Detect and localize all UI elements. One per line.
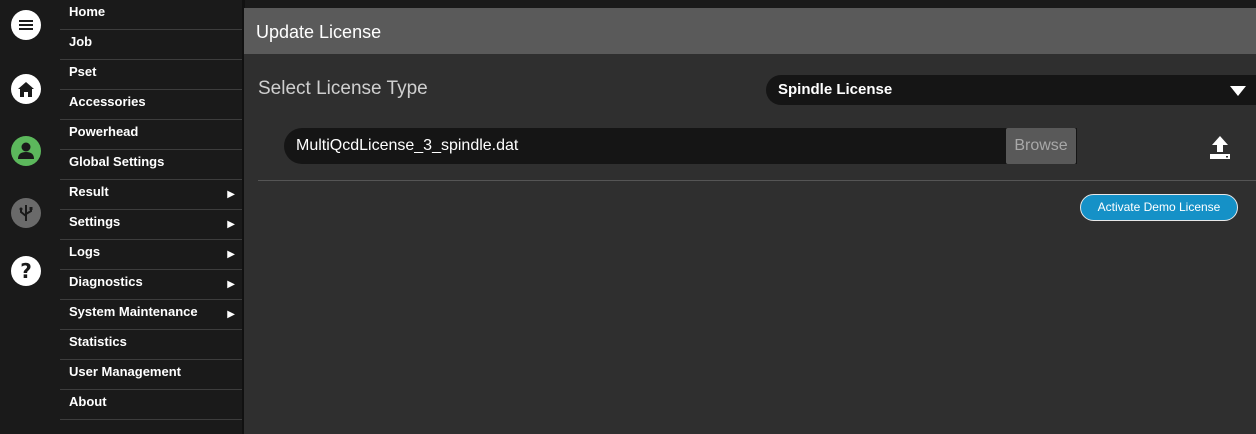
sidebar-item-job[interactable]: Job	[60, 30, 242, 60]
sidebar-item-label: Result	[69, 184, 109, 199]
sidebar-item-label: Logs	[69, 244, 101, 259]
sidebar-item-accessories[interactable]: Accessories	[60, 90, 242, 120]
sidebar-item-diagnostics[interactable]: Diagnostics ▶	[60, 270, 242, 300]
sidebar-item-label: Job	[69, 34, 93, 49]
submenu-arrow-icon: ▶	[227, 309, 235, 320]
sidebar-item-pset[interactable]: Pset	[60, 60, 242, 90]
sidebar-item-label: About	[69, 394, 107, 409]
sidebar-item-home[interactable]: Home	[60, 0, 242, 30]
sidebar-item-label: Home	[69, 4, 106, 19]
upload-icon[interactable]	[1208, 134, 1232, 160]
activate-demo-license-button[interactable]: Activate Demo License	[1080, 194, 1238, 221]
home-icon[interactable]	[11, 74, 41, 104]
submenu-arrow-icon: ▶	[227, 279, 235, 290]
sidebar-item-label: Statistics	[69, 334, 127, 349]
section-separator	[258, 180, 1256, 181]
sidebar-item-label: System Maintenance	[69, 304, 198, 319]
sidebar-item-label: Diagnostics	[69, 274, 143, 289]
sidebar-item-about[interactable]: About	[60, 390, 242, 420]
license-type-value: Spindle License	[778, 81, 893, 98]
update-license-panel: Update License Select License Type Spind…	[244, 8, 1256, 434]
sidebar-item-result[interactable]: Result ▶	[60, 180, 242, 210]
sidebar-menu: Home Job Pset Accessories Powerhead Global Se…	[60, 0, 242, 434]
select-license-label: Select License Type	[258, 78, 428, 99]
sidebar-item-label: Global Settings	[69, 154, 165, 169]
user-icon[interactable]	[11, 136, 41, 166]
help-icon[interactable]: ?	[11, 256, 41, 286]
submenu-arrow-icon: ▶	[227, 189, 235, 200]
sidebar-item-label: Settings	[69, 214, 121, 229]
sidebar-item-statistics[interactable]: Statistics	[60, 330, 242, 360]
menu-icon[interactable]	[11, 10, 41, 40]
sidebar-item-logs[interactable]: Logs ▶	[60, 240, 242, 270]
usb-icon[interactable]	[11, 198, 41, 228]
sidebar-item-powerhead[interactable]: Powerhead	[60, 120, 242, 150]
dropdown-triangle-icon	[1230, 86, 1246, 96]
sidebar-item-label: Powerhead	[69, 124, 139, 139]
sidebar-item-settings[interactable]: Settings ▶	[60, 210, 242, 240]
submenu-arrow-icon: ▶	[227, 219, 235, 230]
sidebar-item-user-management[interactable]: User Management	[60, 360, 242, 390]
sidebar-item-label: User Management	[69, 364, 181, 379]
sidebar-item-label: Accessories	[69, 94, 146, 109]
icon-bar: ?	[0, 0, 60, 434]
browse-button[interactable]: Browse	[1006, 128, 1076, 164]
sidebar-item-label: Pset	[69, 64, 97, 79]
page-title: Update License	[244, 8, 1256, 54]
license-file-field[interactable]: MultiQcdLicense_3_spindle.dat	[284, 128, 1077, 164]
sidebar-item-global-settings[interactable]: Global Settings	[60, 150, 242, 180]
submenu-arrow-icon: ▶	[227, 249, 235, 260]
license-type-select[interactable]: Spindle License	[766, 75, 1256, 105]
sidebar-item-system-maintenance[interactable]: System Maintenance ▶	[60, 300, 242, 330]
